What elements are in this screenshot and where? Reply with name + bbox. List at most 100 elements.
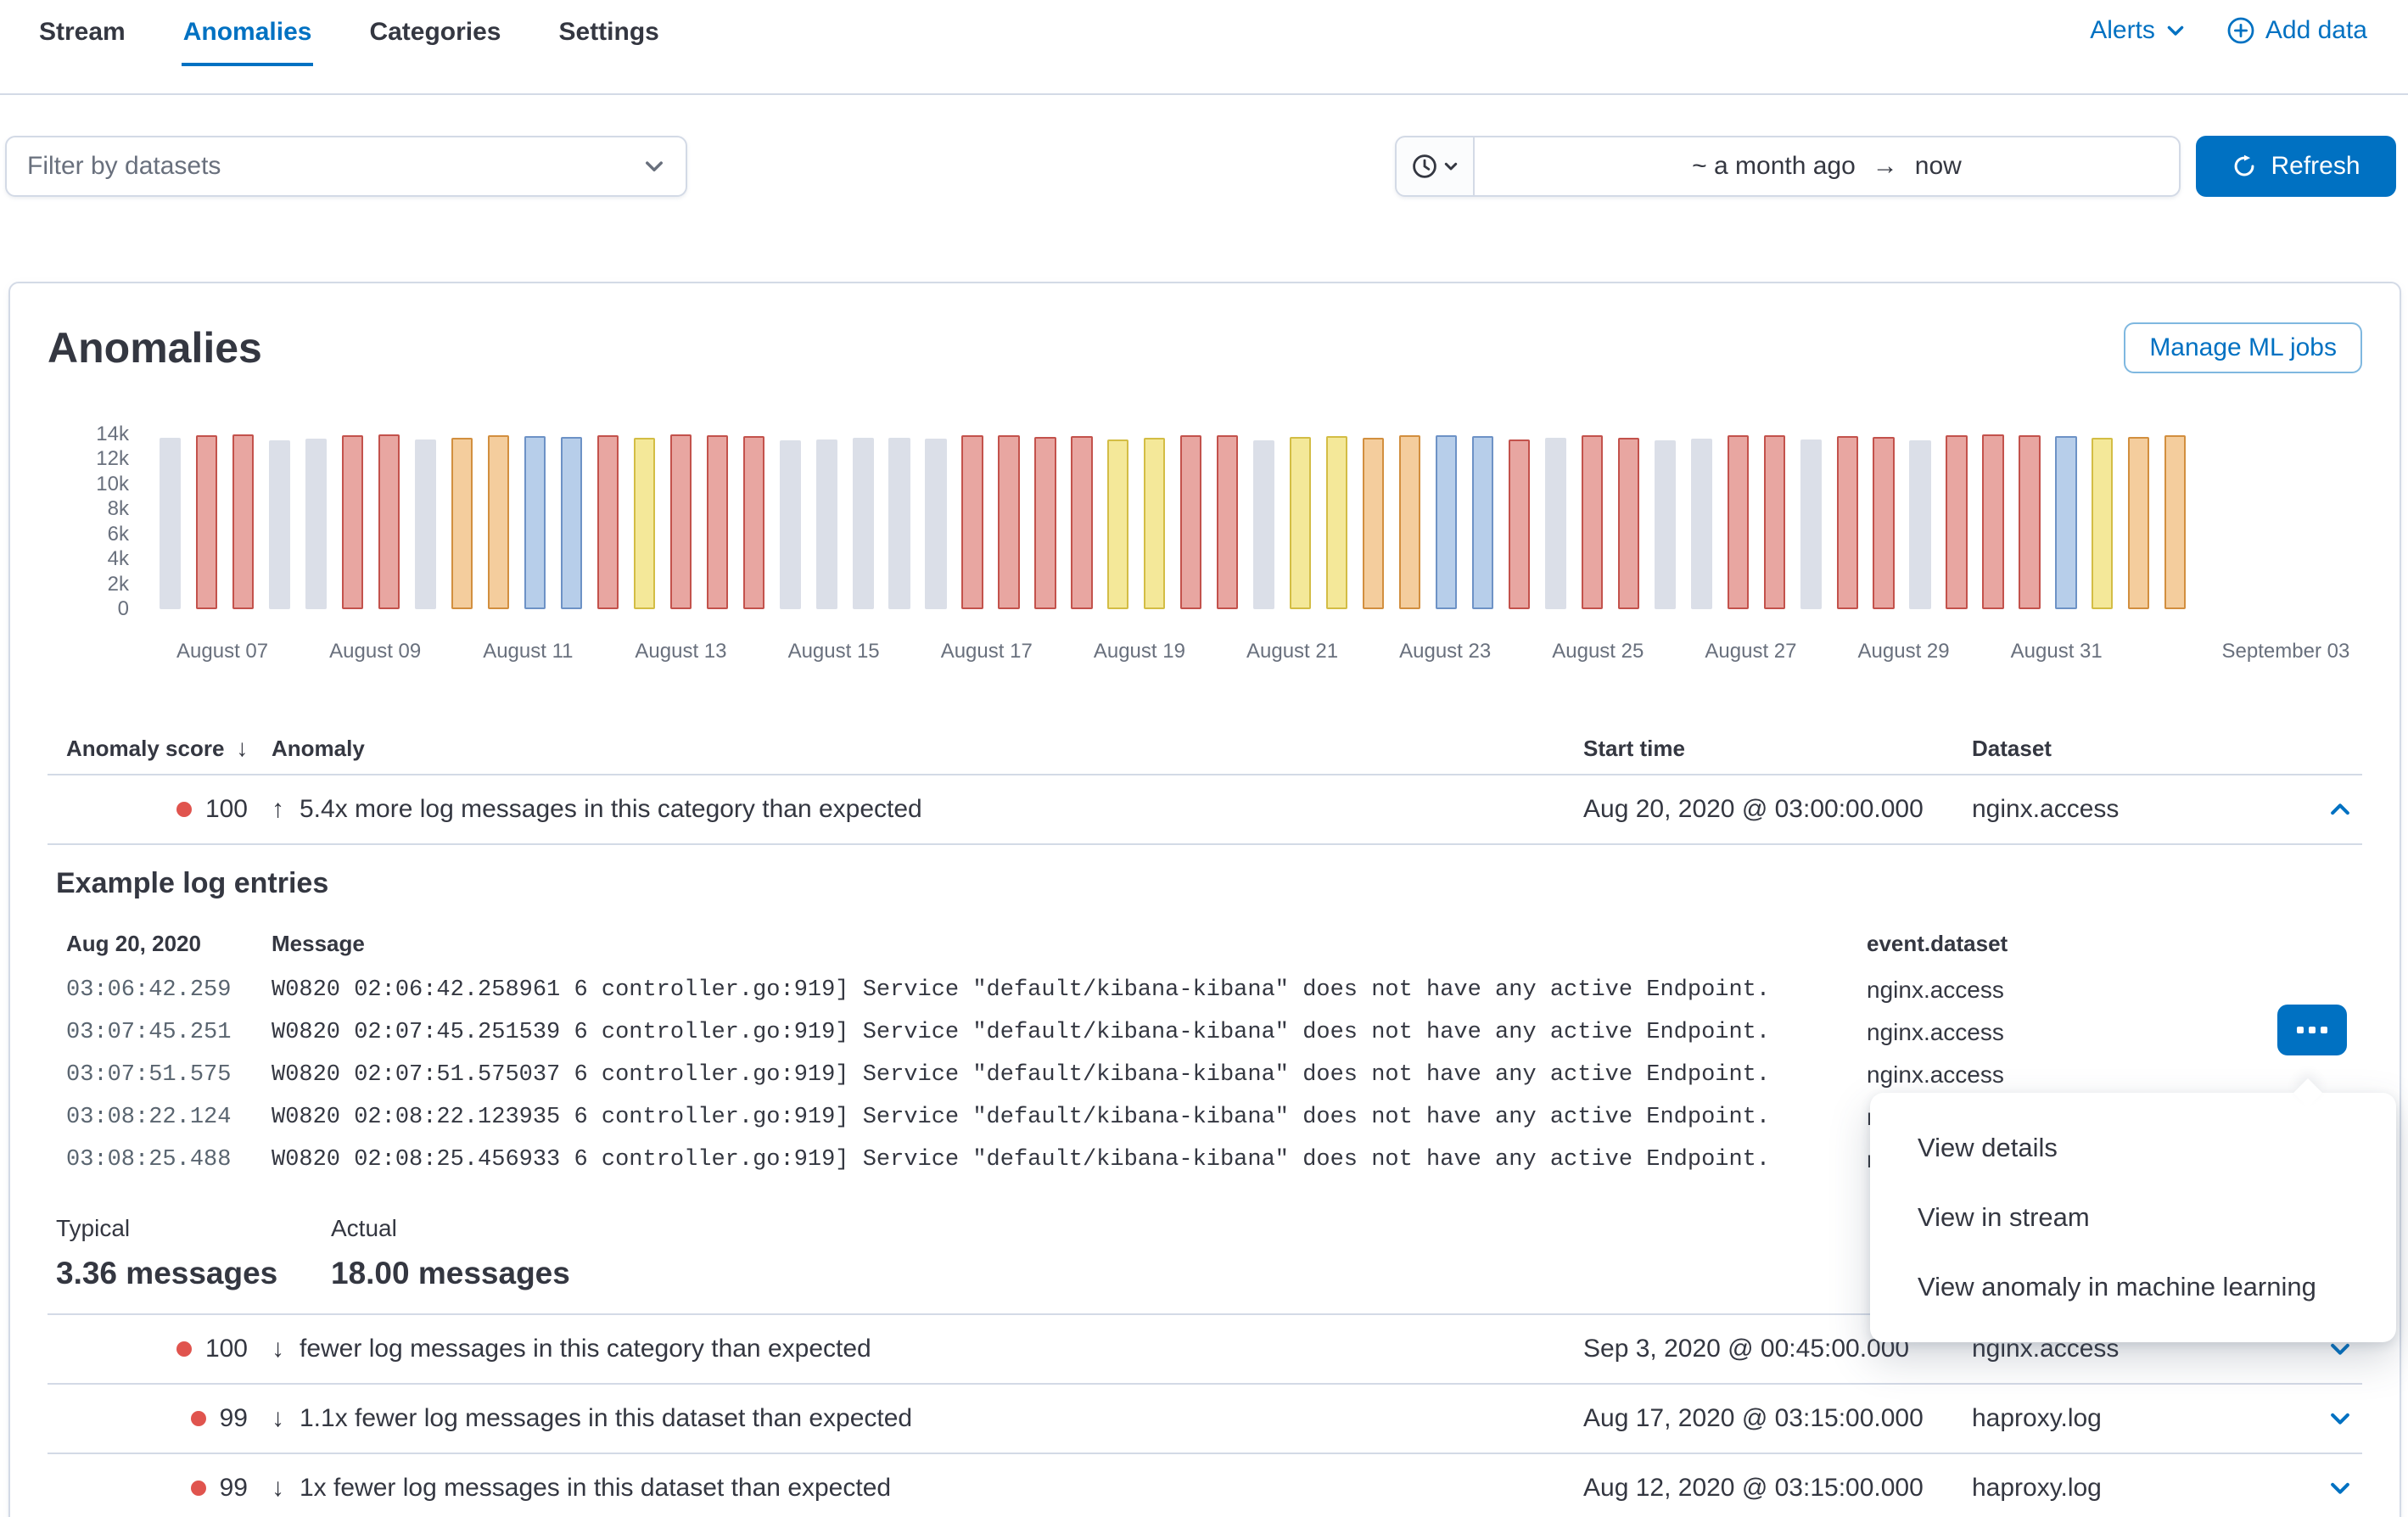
dataset-filter-placeholder: Filter by datasets xyxy=(27,152,221,181)
log-entry-timestamp: 03:08:25.488 xyxy=(66,1147,272,1173)
column-header-anomaly: Anomaly xyxy=(272,736,1583,762)
chart-bar xyxy=(1472,436,1493,609)
chart-bar xyxy=(780,440,801,609)
log-entry-timestamp: 03:07:45.251 xyxy=(66,1020,272,1045)
date-range-end[interactable]: now xyxy=(1915,152,1962,181)
menu-item-view-anomaly-in-ml[interactable]: View anomaly in machine learning xyxy=(1870,1252,2396,1322)
collapse-row-button[interactable] xyxy=(2318,798,2362,821)
chart-bar xyxy=(342,435,363,609)
x-axis-tick-label: August 11 xyxy=(483,640,573,663)
date-range-picker: ~ a month ago → now xyxy=(1395,136,2181,197)
chart-bar xyxy=(707,435,728,609)
page-title: Anomalies xyxy=(48,322,262,373)
sort-desc-icon: ↓ xyxy=(236,735,248,762)
tab-settings[interactable]: Settings xyxy=(557,0,661,66)
table-row[interactable]: 99 ↓ 1.1x fewer log messages in this dat… xyxy=(48,1385,2362,1454)
chart-bar xyxy=(232,434,254,609)
x-axis-tick-label: August 23 xyxy=(1399,640,1491,663)
start-time-cell: Aug 20, 2020 @ 03:00:00.000 xyxy=(1583,795,1972,824)
chart-bar xyxy=(1509,439,1530,609)
top-navigation: Stream Anomalies Categories Settings Ale… xyxy=(0,0,2408,95)
x-axis-tick-label: August 19 xyxy=(1094,640,1185,663)
chart-bar xyxy=(1691,439,1712,609)
anomaly-cell: ↓ fewer log messages in this category th… xyxy=(272,1335,1583,1363)
chart-bar xyxy=(1290,437,1311,609)
quick-select-button[interactable] xyxy=(1397,137,1475,195)
x-axis-tick-label: August 07 xyxy=(176,640,268,663)
chart-bar xyxy=(269,440,290,609)
add-data-label: Add data xyxy=(2265,14,2367,48)
typical-value: 3.36 messages xyxy=(56,1256,331,1291)
trend-down-icon: ↓ xyxy=(272,1335,284,1363)
chart-bar xyxy=(378,434,400,609)
chart-bar xyxy=(196,435,217,609)
log-entries-header-row: Aug 20, 2020 Message event.dataset xyxy=(48,928,2362,959)
chart-bar xyxy=(888,438,910,609)
chart-bar xyxy=(2019,435,2040,609)
x-axis-tick-label: August 09 xyxy=(329,640,421,663)
chart-bar xyxy=(488,435,509,609)
dataset-cell: haproxy.log xyxy=(1972,1474,2318,1503)
chart-bar xyxy=(1399,435,1420,609)
chart-bar xyxy=(1144,438,1165,609)
typical-label: Typical xyxy=(56,1215,331,1242)
manage-ml-jobs-button[interactable]: Manage ML jobs xyxy=(2124,322,2362,373)
row-actions-menu-button[interactable] xyxy=(2277,1005,2347,1055)
date-range-start[interactable]: ~ a month ago xyxy=(1692,152,1856,181)
menu-item-view-in-stream[interactable]: View in stream xyxy=(1870,1183,2396,1252)
refresh-icon xyxy=(2232,154,2257,179)
alerts-menu-button[interactable]: Alerts xyxy=(2090,14,2186,48)
chart-bar xyxy=(1946,435,1967,609)
severity-critical-dot xyxy=(191,1411,206,1426)
chart-bar xyxy=(1618,438,1639,609)
chart-bar xyxy=(1764,435,1785,609)
y-axis-tick-label: 4k xyxy=(108,547,129,571)
chart-bar xyxy=(2164,435,2186,609)
menu-item-view-details[interactable]: View details xyxy=(1870,1113,2396,1183)
tab-categories[interactable]: Categories xyxy=(367,0,502,66)
tab-stream[interactable]: Stream xyxy=(37,0,127,66)
y-axis-tick-label: 10k xyxy=(96,473,129,496)
log-entry-row: 03:06:42.259W0820 02:06:42.258961 6 cont… xyxy=(48,969,2362,1011)
expand-row-button[interactable] xyxy=(2318,1407,2362,1430)
x-axis-tick-label: August 17 xyxy=(941,640,1033,663)
expand-row-button[interactable] xyxy=(2318,1476,2362,1500)
chart-bar xyxy=(524,436,546,609)
anomaly-score-header-label: Anomaly score xyxy=(66,736,224,762)
log-entry-message: W0820 02:07:45.251539 6 controller.go:91… xyxy=(272,1020,1867,1045)
start-time-cell: Aug 17, 2020 @ 03:15:00.000 xyxy=(1583,1404,1972,1433)
date-range-display[interactable]: ~ a month ago → now xyxy=(1475,137,2179,195)
chart-bar xyxy=(961,435,983,609)
chart-bar xyxy=(451,438,473,609)
log-dataset-header: event.dataset xyxy=(1867,931,2362,957)
example-log-entries-title: Example log entries xyxy=(56,865,2362,901)
chevron-down-icon xyxy=(643,155,665,177)
anomaly-score-value: 100 xyxy=(205,795,248,824)
chart-bar xyxy=(853,438,874,609)
chart-bar xyxy=(1909,440,1930,609)
ellipsis-icon xyxy=(2297,1027,2304,1033)
chart-bar xyxy=(1582,435,1603,609)
table-row[interactable]: 100 ↑ 5.4x more log messages in this cat… xyxy=(48,775,2362,845)
anomaly-text: fewer log messages in this category than… xyxy=(300,1335,871,1363)
log-entry-dataset: nginx.access xyxy=(1867,977,2362,1004)
chart-bar xyxy=(415,439,436,609)
refresh-button[interactable]: Refresh xyxy=(2196,136,2396,197)
anomalies-histogram-chart: 14k12k10k8k6k4k2k0 August 07 August 09 Aug… xyxy=(48,434,2362,672)
log-entry-message: W0820 02:08:25.456933 6 controller.go:91… xyxy=(272,1147,1867,1173)
table-row[interactable]: 99 ↓ 1x fewer log messages in this datas… xyxy=(48,1454,2362,1517)
tab-anomalies[interactable]: Anomalies xyxy=(182,0,314,66)
chart-bar xyxy=(1217,435,1238,609)
dataset-filter-select[interactable]: Filter by datasets xyxy=(5,136,687,197)
log-entry-message: W0820 02:07:51.575037 6 controller.go:91… xyxy=(272,1062,1867,1088)
chevron-down-icon xyxy=(2328,1476,2352,1500)
chart-bar xyxy=(925,439,946,609)
add-data-button[interactable]: Add data xyxy=(2226,14,2367,48)
column-header-anomaly-score[interactable]: Anomaly score ↓ xyxy=(48,735,272,762)
chevron-up-icon xyxy=(2328,798,2352,821)
anomaly-score-cell: 99 xyxy=(48,1474,248,1503)
refresh-label: Refresh xyxy=(2271,152,2360,181)
chart-bar xyxy=(1071,436,1092,609)
chart-y-axis: 14k12k10k8k6k4k2k0 xyxy=(48,434,129,609)
chart-bar xyxy=(561,437,582,609)
